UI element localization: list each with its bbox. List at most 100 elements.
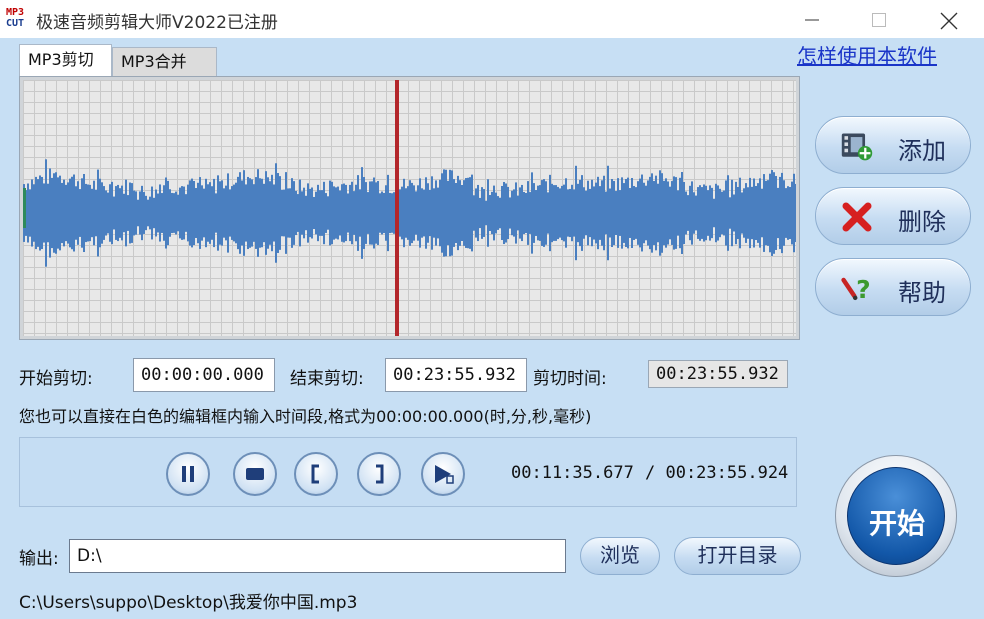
tab-mp3-merge[interactable]: MP3合并 xyxy=(112,47,217,76)
waveform-sample xyxy=(51,177,53,249)
end-cut-field[interactable]: 00:23:55.932 xyxy=(385,358,527,392)
tab-mp3-cut[interactable]: MP3剪切 xyxy=(19,44,112,76)
waveform-sample xyxy=(141,185,143,241)
waveform-sample xyxy=(431,176,433,250)
waveform-sample xyxy=(69,178,71,248)
waveform-sample xyxy=(267,177,269,249)
waveform-sample xyxy=(449,169,451,257)
waveform-sample xyxy=(769,173,771,253)
output-label: 输出: xyxy=(19,549,59,569)
start-button-label: 开始 xyxy=(868,507,925,540)
start-cut-label: 开始剪切: xyxy=(19,369,93,389)
waveform-sample xyxy=(629,188,631,238)
waveform-panel[interactable] xyxy=(19,76,800,340)
start-button[interactable]: 开始 xyxy=(835,455,957,577)
waveform-sample xyxy=(187,184,189,242)
waveform-sample xyxy=(547,192,549,234)
waveform-sample xyxy=(459,180,461,246)
duration-label: 剪切时间: xyxy=(533,369,607,389)
waveform-sample xyxy=(271,174,273,252)
maximize-button[interactable] xyxy=(856,4,902,34)
waveform-sample xyxy=(415,191,417,235)
waveform-sample xyxy=(345,184,347,242)
start-button-face[interactable]: 开始 xyxy=(847,467,945,565)
waveform-sample xyxy=(325,193,327,233)
how-to-use-link[interactable]: 怎样使用本软件 xyxy=(797,40,937,69)
waveform-sample xyxy=(615,191,617,235)
waveform-sample xyxy=(741,192,743,234)
waveform-sample xyxy=(671,181,673,245)
open-folder-button[interactable]: 打开目录 xyxy=(674,537,801,575)
start-cut-field[interactable]: 00:00:00.000 xyxy=(133,358,275,392)
pause-button[interactable] xyxy=(166,452,210,496)
waveform-sample xyxy=(169,189,171,237)
waveform-sample xyxy=(281,189,283,237)
waveform-sample xyxy=(411,182,413,244)
waveform-sample xyxy=(711,187,713,239)
browse-button[interactable]: 浏览 xyxy=(580,537,660,575)
waveform-sample xyxy=(571,184,573,242)
waveform-sample xyxy=(743,188,745,238)
waveform[interactable] xyxy=(23,80,796,336)
waveform-sample xyxy=(679,177,681,249)
waveform-grid[interactable] xyxy=(23,80,796,336)
waveform-sample xyxy=(529,192,531,234)
waveform-sample xyxy=(199,177,201,249)
set-end-button[interactable] xyxy=(357,452,401,496)
waveform-sample xyxy=(53,173,55,253)
waveform-sample xyxy=(269,181,271,245)
waveform-sample xyxy=(757,183,759,243)
waveform-sample xyxy=(71,176,73,250)
delete-button[interactable]: 删除 xyxy=(815,187,971,245)
waveform-sample xyxy=(491,191,493,235)
waveform-sample xyxy=(381,191,383,235)
set-start-button[interactable] xyxy=(294,452,338,496)
waveform-sample xyxy=(655,175,657,251)
waveform-sample xyxy=(795,183,796,243)
waveform-sample xyxy=(537,185,539,241)
playhead-marker[interactable] xyxy=(395,80,399,336)
waveform-sample xyxy=(165,177,167,249)
waveform-sample xyxy=(641,174,643,252)
waveform-sample xyxy=(541,180,543,246)
waveform-sample xyxy=(699,185,701,241)
waveform-sample xyxy=(611,178,613,248)
waveform-sample xyxy=(513,189,515,237)
waveform-sample xyxy=(609,188,611,238)
output-path-field[interactable]: D:\ xyxy=(69,539,566,573)
waveform-sample xyxy=(525,193,527,233)
waveform-sample xyxy=(561,185,563,241)
waveform-sample xyxy=(621,177,623,249)
waveform-sample xyxy=(321,190,323,236)
stop-icon xyxy=(246,468,264,480)
waveform-sample xyxy=(471,174,473,252)
waveform-sample xyxy=(43,183,45,243)
waveform-sample xyxy=(787,186,789,240)
waveform-sample xyxy=(627,177,629,249)
minimize-button[interactable] xyxy=(789,4,835,34)
waveform-sample xyxy=(401,186,403,240)
waveform-sample xyxy=(535,190,537,236)
waveform-sample xyxy=(443,169,445,257)
waveform-sample xyxy=(101,182,103,244)
waveform-sample xyxy=(595,182,597,244)
delete-button-label: 删除 xyxy=(898,208,946,236)
play-selection-button[interactable] xyxy=(421,452,465,496)
close-button[interactable] xyxy=(925,4,971,34)
waveform-sample xyxy=(203,188,205,238)
help-button[interactable]: ? 帮助 xyxy=(815,258,971,316)
duration-field: 00:23:55.932 xyxy=(648,360,788,388)
waveform-sample xyxy=(613,181,615,245)
waveform-sample xyxy=(727,175,729,251)
app-logo-icon: MP3 CUT xyxy=(6,7,25,29)
svg-text:?: ? xyxy=(856,275,871,304)
waveform-sample xyxy=(349,184,351,242)
waveform-sample xyxy=(555,185,557,241)
add-button[interactable]: 添加 xyxy=(815,116,971,174)
waveform-sample xyxy=(171,192,173,234)
stop-button[interactable] xyxy=(233,452,277,496)
waveform-sample xyxy=(365,182,367,244)
waveform-sample xyxy=(313,196,315,230)
waveform-sample xyxy=(167,180,169,246)
waveform-sample xyxy=(521,184,523,242)
